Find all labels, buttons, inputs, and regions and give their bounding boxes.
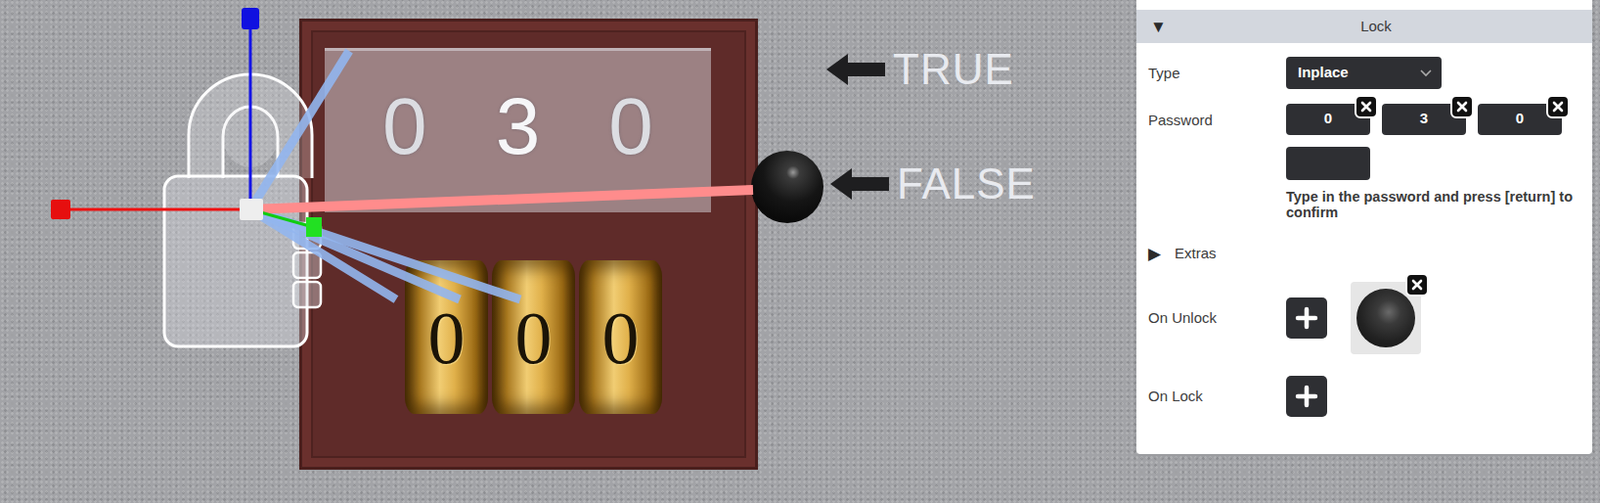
password-field: 0 3 0 <box>1286 103 1581 180</box>
arrow-left-icon <box>828 164 891 204</box>
display-digit: 0 <box>608 86 654 167</box>
arrow-label-text: TRUE <box>892 45 1019 93</box>
add-target-button[interactable] <box>1286 297 1328 339</box>
type-value: Inplace <box>1297 61 1349 85</box>
password-digit[interactable]: 0 <box>1286 103 1371 135</box>
type-field: Inplace <box>1286 56 1581 89</box>
expand-toggle[interactable]: ▶ <box>1148 245 1161 263</box>
password-hint: Type in the password and press [return] … <box>1286 188 1593 222</box>
type-label: Type <box>1148 56 1287 86</box>
on-unlock-targets <box>1286 281 1581 355</box>
on-lock-row: On Lock <box>1136 375 1593 417</box>
on-lock-targets <box>1286 375 1581 417</box>
sphere-icon <box>1356 288 1416 348</box>
add-target-button[interactable] <box>1286 375 1328 417</box>
dial-digit: 0 <box>515 300 553 375</box>
display-digit: 3 <box>495 86 541 167</box>
password-row: Password 0 3 0 <box>1136 103 1593 180</box>
password-display: 030 <box>324 47 712 213</box>
collapse-toggle[interactable]: ▼ <box>1150 18 1174 36</box>
on-unlock-row: On Unlock <box>1136 281 1593 355</box>
digit-value: 0 <box>1515 107 1524 131</box>
dial-wheel[interactable]: 0 <box>404 260 489 414</box>
arrow-left-icon <box>824 49 888 89</box>
password-input[interactable] <box>1286 146 1371 180</box>
password-digits: 0 3 0 <box>1286 103 1581 180</box>
plus-icon <box>1294 306 1319 330</box>
scene-viewport[interactable]: 030000TRUEFALSE▼LockTypeInplacePassword0… <box>0 0 1600 503</box>
arrow-label-text: FALSE <box>896 160 1040 208</box>
type-dropdown[interactable]: Inplace <box>1286 56 1442 89</box>
on-unlock-label: On Unlock <box>1148 307 1287 330</box>
component-body: Type Inplace Password 0 3 0 Type in the passwo… <box>1136 56 1593 417</box>
chevron-down-icon <box>1420 61 1432 85</box>
lock-box[interactable]: 030000 <box>299 18 758 470</box>
component-header[interactable]: ▼Lock <box>1136 9 1593 44</box>
remove-icon[interactable] <box>1450 94 1474 119</box>
target-thumbnail[interactable] <box>1350 281 1422 355</box>
type-row: Type Inplace <box>1136 56 1593 89</box>
padlock-icon[interactable] <box>164 74 321 347</box>
dial-wheel[interactable]: 0 <box>491 260 576 414</box>
remove-icon[interactable] <box>1405 272 1429 297</box>
display-digit: 0 <box>382 86 428 167</box>
transform-gizmo[interactable] <box>0 0 1076 503</box>
dial-digit: 0 <box>428 300 466 375</box>
remove-icon[interactable] <box>1546 94 1570 119</box>
component-title: Lock <box>1173 15 1579 39</box>
remove-icon[interactable] <box>1354 94 1378 119</box>
password-label: Password <box>1148 103 1287 133</box>
extras-section[interactable]: ▶ Extras <box>1136 242 1593 266</box>
extras-label: Extras <box>1174 242 1217 266</box>
arrow-label: FALSE <box>828 160 1040 208</box>
dial-row: 000 <box>404 260 712 414</box>
plus-icon <box>1294 384 1319 408</box>
password-digit[interactable]: 0 <box>1477 103 1562 135</box>
password-digit[interactable]: 3 <box>1381 103 1467 135</box>
digit-value: 0 <box>1324 107 1333 131</box>
dial-digit: 0 <box>602 300 640 375</box>
arrow-label: TRUE <box>824 45 1019 93</box>
inspector-panel: ▼Lock Type Inplace Password 0 3 0 Type in the p… <box>1136 0 1593 454</box>
sphere-object[interactable] <box>751 150 824 223</box>
dial-wheel[interactable]: 0 <box>578 260 663 414</box>
digit-value: 3 <box>1420 107 1428 131</box>
on-lock-label: On Lock <box>1148 385 1287 408</box>
